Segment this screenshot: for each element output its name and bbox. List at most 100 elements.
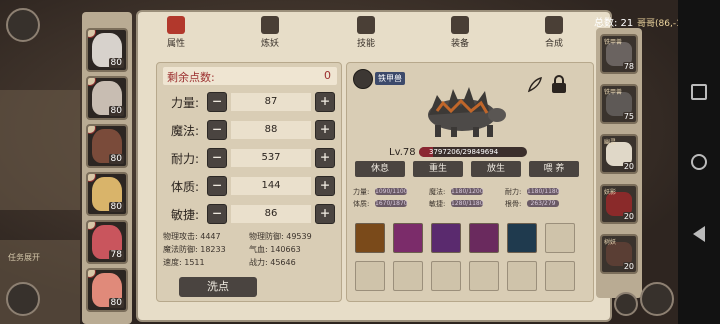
- skill-slot-empty[interactable]: [393, 261, 423, 291]
- plus-button[interactable]: +: [315, 204, 335, 224]
- pet-card-name: 铁甲兽: [604, 89, 623, 96]
- pet-card[interactable]: 树妖 20: [600, 234, 638, 274]
- tab-equipment[interactable]: 装备: [440, 16, 480, 49]
- recent-apps-icon[interactable]: [691, 84, 707, 100]
- aptitude-bar: 1180/1200: [451, 188, 484, 195]
- pet-card-name: 铁甲兽: [604, 39, 623, 46]
- lock-icon[interactable]: [549, 73, 569, 95]
- stat-row-endurance: 耐力: − 537 +: [163, 147, 337, 169]
- stat-row-magic: 魔法: − 88 +: [163, 119, 337, 141]
- stat-name: 体质:: [171, 180, 200, 194]
- tab-bar: 属性 炼妖 技能 装备 合成: [138, 12, 610, 56]
- derived-qi-blood: 气血: 140663: [249, 245, 301, 254]
- derived-power: 战力: 45646: [249, 258, 296, 267]
- minus-button[interactable]: −: [207, 92, 227, 112]
- pet-card[interactable]: 幽灵 20: [600, 134, 638, 174]
- hero-level: 80: [108, 106, 124, 116]
- hero-card[interactable]: 80: [86, 76, 128, 120]
- pet-level: Lv.78: [389, 147, 416, 158]
- wash-points-button[interactable]: 洗点: [179, 277, 257, 297]
- hero-card[interactable]: 80: [86, 268, 128, 312]
- pet-card[interactable]: 妖影 20: [600, 184, 638, 224]
- pet-roster: 铁甲兽 78 铁甲兽 75 幽灵 20 妖影 20 树妖 20: [596, 28, 642, 298]
- tab-label: 属性: [166, 39, 185, 49]
- pet-card-level: 75: [622, 112, 635, 121]
- minus-button[interactable]: −: [207, 176, 227, 196]
- hero-card[interactable]: 80: [86, 124, 128, 168]
- skill-slot-empty[interactable]: [355, 261, 385, 291]
- tab-skill[interactable]: 技能: [346, 16, 386, 49]
- equipment-icon: [451, 16, 469, 34]
- feed-button[interactable]: 喂 养: [529, 161, 579, 177]
- hero-level: 80: [108, 298, 124, 308]
- stat-row-agility: 敏捷: − 86 +: [163, 203, 337, 225]
- pet-card[interactable]: 铁甲兽 75: [600, 84, 638, 124]
- tab-attribute[interactable]: 属性: [156, 16, 196, 49]
- minus-button[interactable]: −: [207, 148, 227, 168]
- skill-slot-empty[interactable]: [545, 261, 575, 291]
- derived-phys-def: 物理防御: 49539: [249, 232, 312, 241]
- release-button[interactable]: 放生: [471, 161, 521, 177]
- hero-roster: 80 80 80 80 78 80: [82, 12, 132, 324]
- minus-button[interactable]: −: [207, 120, 227, 140]
- tab-label: 合成: [544, 39, 563, 49]
- stat-value: 87: [231, 93, 311, 111]
- skill-slot[interactable]: [355, 223, 385, 253]
- back-icon[interactable]: [693, 226, 705, 242]
- pet-card-level: 20: [622, 212, 635, 221]
- tab-label: 技能: [356, 39, 375, 49]
- plus-button[interactable]: +: [315, 148, 335, 168]
- tab-synthesis[interactable]: 合成: [534, 16, 574, 49]
- minus-button[interactable]: −: [207, 204, 227, 224]
- plus-button[interactable]: +: [315, 120, 335, 140]
- stat-row-constitution: 体质: − 144 +: [163, 175, 337, 197]
- skill-slot[interactable]: [507, 223, 537, 253]
- rest-button[interactable]: 休息: [355, 161, 405, 177]
- synthesis-icon: [545, 16, 563, 34]
- pet-type-badge: 铁甲兽: [375, 72, 405, 85]
- tab-label: 炼妖: [260, 39, 279, 49]
- chat-icon[interactable]: [6, 282, 40, 316]
- remaining-points-label: 剩余点数:: [167, 71, 215, 84]
- plus-button[interactable]: +: [315, 176, 335, 196]
- stat-row-strength: 力量: − 87 +: [163, 91, 337, 113]
- feather-icon[interactable]: [525, 75, 545, 95]
- hero-level: 80: [108, 154, 124, 164]
- pet-card-name: 妖影: [604, 189, 617, 196]
- pet-card[interactable]: 铁甲兽 78: [600, 34, 638, 74]
- skill-slot-empty[interactable]: [431, 261, 461, 291]
- skill-slot-empty[interactable]: [507, 261, 537, 291]
- skill-slot[interactable]: [431, 223, 461, 253]
- menu-icon[interactable]: [640, 282, 674, 316]
- stat-name: 魔法:: [171, 124, 200, 138]
- skill-slot-empty[interactable]: [469, 261, 499, 291]
- list-icon[interactable]: [353, 69, 373, 89]
- remaining-points-value: 0: [324, 69, 331, 82]
- tab-refine[interactable]: 炼妖: [250, 16, 290, 49]
- aptitude-label: 敏捷:: [429, 200, 446, 208]
- rebirth-button[interactable]: 重生: [413, 161, 463, 177]
- home-icon[interactable]: [691, 154, 707, 170]
- pet-detail-box: 铁甲兽 Lv.78 3797206/29849694 休息 重生 放生 喂 养 …: [346, 62, 594, 302]
- hero-card[interactable]: 80: [86, 28, 128, 72]
- hero-card[interactable]: 78: [86, 220, 128, 264]
- hero-level: 80: [108, 202, 124, 212]
- stat-value: 537: [231, 149, 311, 167]
- aptitude-label: 耐力:: [505, 188, 522, 196]
- skill-slot[interactable]: [469, 223, 499, 253]
- back-arrow-icon[interactable]: [614, 292, 638, 316]
- aptitude-bar: 1180/1180: [527, 188, 560, 195]
- plus-button[interactable]: +: [315, 92, 335, 112]
- aptitude-bar: 1280/1180: [451, 200, 484, 207]
- player-avatar[interactable]: [6, 8, 40, 42]
- aptitude-label: 体质:: [353, 200, 370, 208]
- skill-slot-empty[interactable]: [545, 223, 575, 253]
- stat-name: 耐力:: [171, 152, 200, 166]
- aptitude-label: 力量:: [353, 188, 370, 196]
- hero-card[interactable]: 80: [86, 172, 128, 216]
- world-background: [0, 90, 80, 210]
- skill-slot[interactable]: [393, 223, 423, 253]
- task-expand-label[interactable]: 任务展开: [8, 252, 40, 263]
- stat-name: 敏捷:: [171, 208, 200, 222]
- stat-value: 86: [231, 205, 311, 223]
